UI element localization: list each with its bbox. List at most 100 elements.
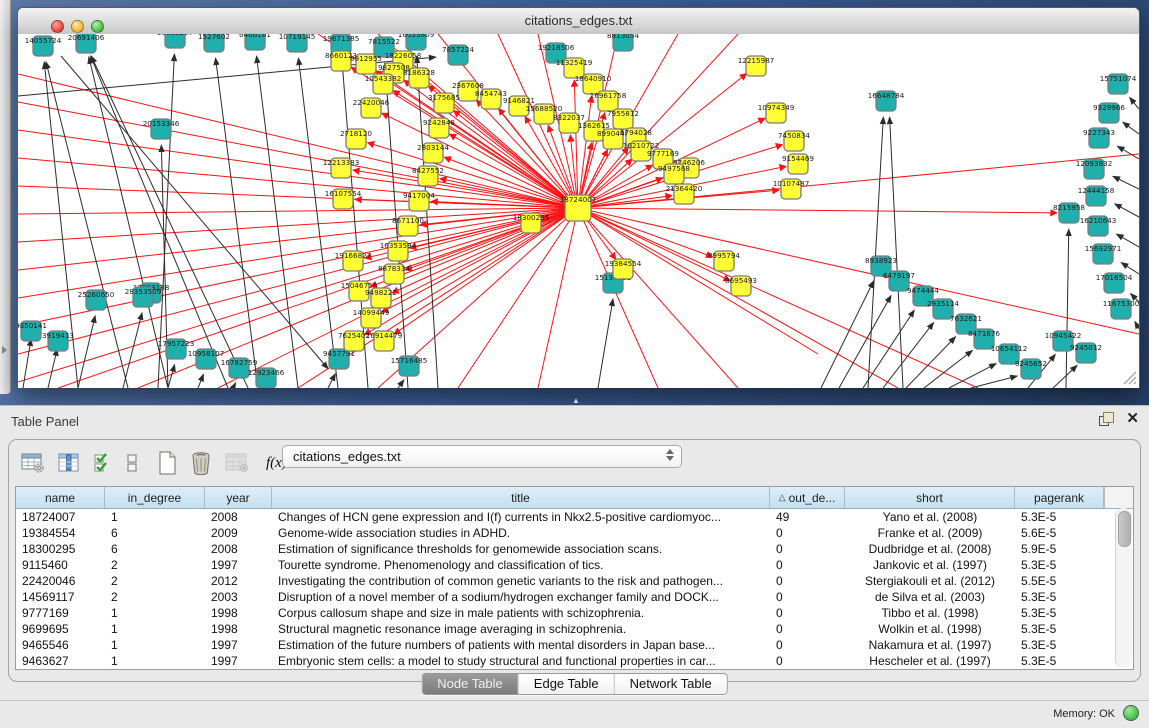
graph-edge[interactable] [1053,365,1077,388]
table-cell[interactable]: 0 [770,557,845,573]
network-view-window[interactable]: citations_edges.txt 14055724206914061065… [17,7,1140,388]
table-row[interactable]: 1456911722003Disruption of a novel membe… [16,589,1133,605]
table-cell[interactable]: 5.6E-5 [1015,525,1104,541]
table-cell[interactable]: 1 [105,653,205,669]
table-cell[interactable]: 5.3E-5 [1015,557,1104,573]
delete-rows-icon[interactable] [190,450,212,476]
new-table-icon[interactable] [157,450,177,476]
table-cell[interactable]: 2 [105,589,205,605]
graph-edge[interactable] [949,364,996,388]
column-header-name[interactable]: name [16,487,105,508]
column-header-short[interactable]: short [845,487,1015,508]
table-cell[interactable]: 0 [770,573,845,589]
table-cell[interactable]: 9115460 [16,557,105,573]
graph-edge[interactable] [883,322,934,388]
table-cell[interactable]: 9465546 [16,637,105,653]
table-cell[interactable]: 5.3E-5 [1015,589,1104,605]
select-all-checks-icon[interactable] [93,450,113,476]
table-cell[interactable]: 0 [770,525,845,541]
table-cell[interactable]: Structural magnetic resonance image aver… [272,621,770,637]
table-cell[interactable]: 5.3E-5 [1015,605,1104,621]
table-cell[interactable]: 0 [770,637,845,653]
scrollbar-thumb[interactable] [1118,511,1131,547]
graph-edge[interactable] [538,208,578,388]
table-cell[interactable]: 2008 [205,509,272,525]
table-cell[interactable]: 5.5E-5 [1015,573,1104,589]
table-row[interactable]: 1872400712008Changes of HCN gene express… [16,509,1133,525]
table-row[interactable]: 977716911998Corpus callosum shape and si… [16,605,1133,621]
graph-edge[interactable] [328,374,335,388]
table-cell[interactable]: 5.9E-5 [1015,541,1104,557]
table-cell[interactable]: Investigating the contribution of common… [272,573,770,589]
table-cell[interactable]: 2012 [205,573,272,589]
table-cell[interactable]: 9699695 [16,621,105,637]
graph-edge[interactable] [839,295,891,388]
table-cell[interactable]: Hescheler et al. (1997) [845,653,1015,669]
float-panel-icon[interactable] [1099,412,1114,426]
graph-edge[interactable] [1066,229,1069,388]
table-cell[interactable]: de Silva et al. (2003) [845,589,1015,605]
graph-edge[interactable] [1113,176,1139,189]
memory-status-indicator[interactable] [1123,705,1139,721]
table-cell[interactable]: Estimation of the future numbers of pati… [272,637,770,653]
table-cell[interactable]: 1997 [205,637,272,653]
table-cell[interactable]: 2009 [205,525,272,541]
table-cell[interactable]: 19384554 [16,525,105,541]
window-titlebar[interactable]: citations_edges.txt [18,8,1139,35]
table-cell[interactable]: 2008 [205,541,272,557]
graph-edge[interactable] [868,117,883,388]
table-cell[interactable]: 1997 [205,557,272,573]
table-cell[interactable]: 9463627 [16,653,105,669]
table-cell[interactable]: 0 [770,541,845,557]
table-cell[interactable]: Stergiakouli et al. (2012) [845,573,1015,589]
graph-edge[interactable] [578,208,738,388]
graph-edge[interactable] [18,158,578,208]
table-cell[interactable]: 1 [105,637,205,653]
close-panel-icon[interactable]: ✕ [1126,412,1139,426]
graph-edge[interactable] [48,349,57,388]
graph-edge[interactable] [216,58,258,388]
graph-edge[interactable] [578,208,898,388]
table-cell[interactable]: 1 [105,621,205,637]
graph-edge[interactable] [1117,146,1139,159]
table-cell[interactable]: 9777169 [16,605,105,621]
column-header-year[interactable]: year [205,487,272,508]
table-row[interactable]: 911546021997Tourette syndrome. Phenomeno… [16,557,1133,573]
table-cell[interactable]: Jankovic et al. (1997) [845,557,1015,573]
table-cell[interactable]: 22420046 [16,573,105,589]
table-cell[interactable]: 5.3E-5 [1015,621,1104,637]
table-cell[interactable]: 0 [770,605,845,621]
table-cell[interactable]: 1998 [205,605,272,621]
table-cell[interactable]: Tibbo et al. (1998) [845,605,1015,621]
table-cell[interactable]: Franke et al. (2009) [845,525,1015,541]
graph-edge[interactable] [78,316,95,388]
graph-edge[interactable] [398,380,404,388]
column-header-in-degree[interactable]: in_degree [105,487,205,508]
table-cell[interactable]: 0 [770,621,845,637]
graph-edge[interactable] [1135,321,1139,329]
vertical-scrollbar[interactable] [1115,508,1132,668]
table-cell[interactable]: Corpus callosum shape and size in male p… [272,605,770,621]
select-column-icon[interactable] [58,450,80,476]
graph-edge[interactable] [233,383,236,388]
table-cell[interactable]: 14569117 [16,589,105,605]
graph-edge[interactable] [578,208,1057,213]
tab-network-table[interactable]: Network Table [614,674,727,694]
table-cell[interactable]: 6 [105,525,205,541]
column-header-pagerank[interactable]: pagerank [1015,487,1104,508]
column-header-out-de-[interactable]: △out_de... [770,487,845,508]
table-settings-icon[interactable] [21,450,45,476]
table-selector-dropdown[interactable]: citations_edges.txt [282,445,682,468]
table-cell[interactable]: 2 [105,573,205,589]
table-cell[interactable]: 6 [105,541,205,557]
graph-edge[interactable] [863,310,914,388]
table-cell[interactable]: 18724007 [16,509,105,525]
table-cell[interactable]: 0 [770,653,845,669]
graph-edge[interactable] [198,374,204,388]
graph-edge[interactable] [18,208,578,354]
graph-edge[interactable] [1123,122,1139,134]
column-header-title[interactable]: title [272,487,770,508]
table-cell[interactable]: 1 [105,509,205,525]
graph-edge[interactable] [23,339,31,388]
graph-edge[interactable] [890,117,903,388]
